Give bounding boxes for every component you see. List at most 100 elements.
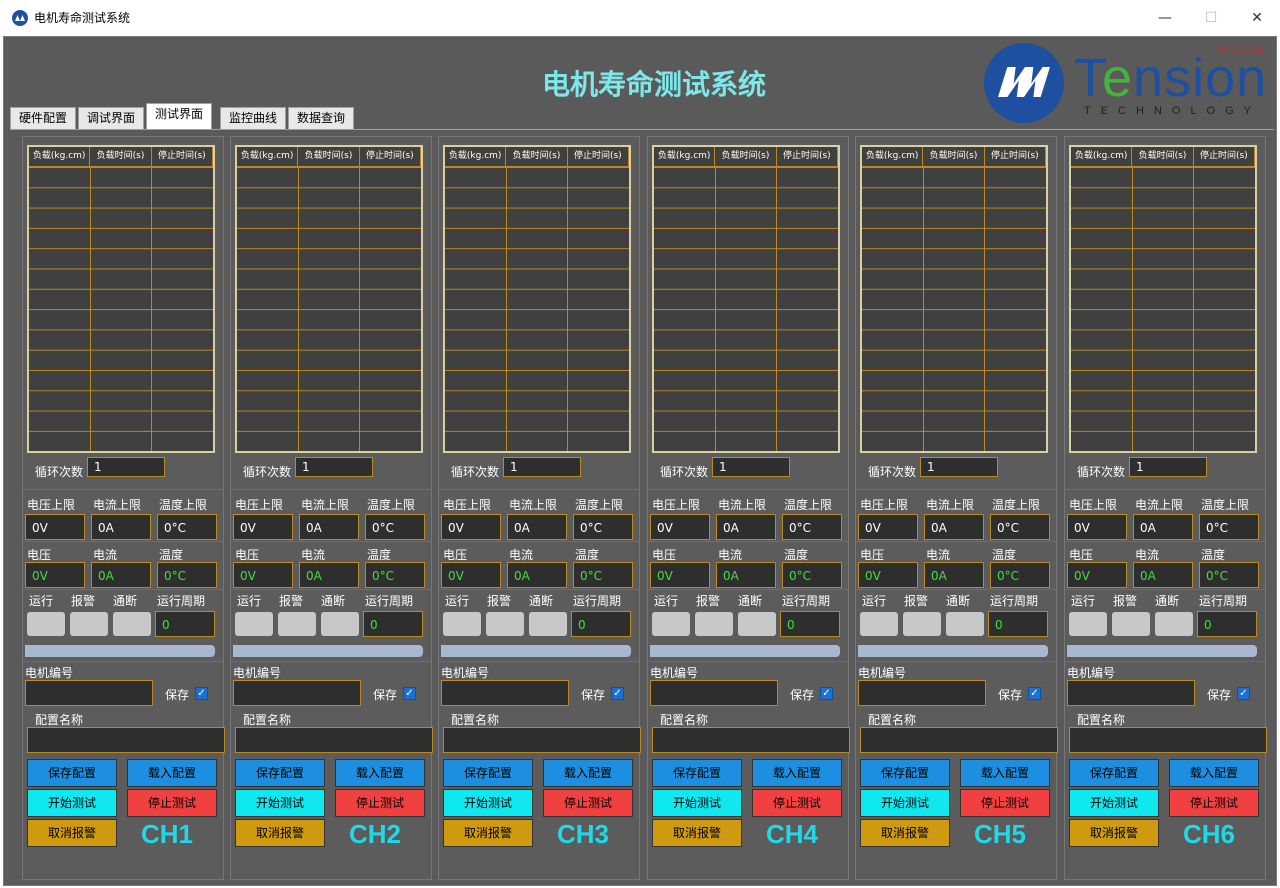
close-icon[interactable]: ✕: [1234, 4, 1280, 32]
save-checkbox[interactable]: ✓: [1028, 687, 1041, 700]
cancel-alarm-button[interactable]: 取消报警: [652, 819, 742, 847]
cycle-input[interactable]: 1: [87, 457, 165, 477]
current-limit-input[interactable]: 0A: [1133, 514, 1193, 540]
temperature-limit-input[interactable]: 0°C: [157, 514, 217, 540]
voltage-limit-input[interactable]: 0V: [1067, 514, 1127, 540]
load-table[interactable]: 负载(kg.cm) 负载时间(s) 停止时间(s): [860, 145, 1048, 453]
start-test-button[interactable]: 开始测试: [27, 789, 117, 817]
cycle-input[interactable]: 1: [503, 457, 581, 477]
save-config-button[interactable]: 保存配置: [860, 759, 950, 787]
cancel-alarm-button[interactable]: 取消报警: [1069, 819, 1159, 847]
motor-id-input[interactable]: [441, 680, 569, 706]
load-table[interactable]: 负载(kg.cm) 负载时间(s) 停止时间(s): [1069, 145, 1257, 453]
config-name-input[interactable]: [860, 727, 1058, 753]
save-config-button[interactable]: 保存配置: [652, 759, 742, 787]
run-label: 运行: [1071, 594, 1096, 608]
stop-test-button[interactable]: 停止测试: [752, 789, 842, 817]
save-checkbox[interactable]: ✓: [195, 687, 208, 700]
voltage-limit-input[interactable]: 0V: [441, 514, 501, 540]
config-name-input[interactable]: [443, 727, 641, 753]
motor-id-input[interactable]: [650, 680, 778, 706]
save-checkbox[interactable]: ✓: [820, 687, 833, 700]
load-config-button[interactable]: 载入配置: [335, 759, 425, 787]
temperature-limit-input[interactable]: 0°C: [365, 514, 425, 540]
config-name-input[interactable]: [235, 727, 433, 753]
temperature-limit-label: 温度上限: [159, 498, 208, 512]
load-table[interactable]: 负载(kg.cm) 负载时间(s) 停止时间(s): [235, 145, 423, 453]
current-readout: 0A: [299, 562, 359, 588]
load-config-button[interactable]: 载入配置: [127, 759, 217, 787]
load-config-button[interactable]: 载入配置: [543, 759, 633, 787]
temperature-limit-input[interactable]: 0°C: [1199, 514, 1259, 540]
alarm-label: 报警: [487, 594, 512, 608]
load-config-button[interactable]: 载入配置: [960, 759, 1050, 787]
cancel-alarm-button[interactable]: 取消报警: [860, 819, 950, 847]
start-test-button[interactable]: 开始测试: [1069, 789, 1159, 817]
table-body[interactable]: [237, 167, 421, 451]
table-body[interactable]: [1071, 167, 1255, 451]
motor-id-input[interactable]: [233, 680, 361, 706]
save-config-button[interactable]: 保存配置: [235, 759, 325, 787]
motor-id-input[interactable]: [858, 680, 986, 706]
current-limit-input[interactable]: 0A: [299, 514, 359, 540]
start-test-button[interactable]: 开始测试: [235, 789, 325, 817]
save-config-button[interactable]: 保存配置: [443, 759, 533, 787]
table-body[interactable]: [862, 167, 1046, 451]
cancel-alarm-button[interactable]: 取消报警: [235, 819, 325, 847]
motor-id-input[interactable]: [25, 680, 153, 706]
cancel-alarm-button[interactable]: 取消报警: [27, 819, 117, 847]
stop-test-button[interactable]: 停止测试: [960, 789, 1050, 817]
comm-indicator: [1155, 612, 1193, 636]
cycle-input[interactable]: 1: [712, 457, 790, 477]
stop-test-button[interactable]: 停止测试: [1169, 789, 1259, 817]
load-config-button[interactable]: 载入配置: [752, 759, 842, 787]
tab-test[interactable]: 测试界面: [146, 103, 212, 130]
load-table[interactable]: 负载(kg.cm) 负载时间(s) 停止时间(s): [652, 145, 840, 453]
voltage-limit-input[interactable]: 0V: [858, 514, 918, 540]
cycle-input[interactable]: 1: [920, 457, 998, 477]
stop-test-button[interactable]: 停止测试: [543, 789, 633, 817]
voltage-label: 电压: [235, 548, 260, 562]
current-limit-input[interactable]: 0A: [507, 514, 567, 540]
current-limit-input[interactable]: 0A: [924, 514, 984, 540]
app-logo-icon: [12, 10, 28, 26]
save-config-button[interactable]: 保存配置: [1069, 759, 1159, 787]
minimize-icon[interactable]: —: [1142, 4, 1188, 32]
tab-data-query[interactable]: 数据查询: [288, 107, 354, 129]
stop-test-button[interactable]: 停止测试: [335, 789, 425, 817]
load-config-button[interactable]: 载入配置: [1169, 759, 1259, 787]
tab-debug[interactable]: 调试界面: [78, 107, 144, 129]
cancel-alarm-button[interactable]: 取消报警: [443, 819, 533, 847]
temperature-limit-input[interactable]: 0°C: [990, 514, 1050, 540]
cycle-input[interactable]: 1: [295, 457, 373, 477]
voltage-limit-input[interactable]: 0V: [650, 514, 710, 540]
tab-monitor-curve[interactable]: 监控曲线: [220, 107, 286, 129]
start-test-button[interactable]: 开始测试: [652, 789, 742, 817]
save-config-button[interactable]: 保存配置: [27, 759, 117, 787]
current-limit-input[interactable]: 0A: [716, 514, 776, 540]
current-limit-label: 电流上限: [1135, 498, 1184, 512]
load-table[interactable]: 负载(kg.cm) 负载时间(s) 停止时间(s): [443, 145, 631, 453]
cycle-input[interactable]: 1: [1129, 457, 1207, 477]
table-body[interactable]: [654, 167, 838, 451]
config-name-input[interactable]: [652, 727, 850, 753]
config-name-input[interactable]: [27, 727, 225, 753]
start-test-button[interactable]: 开始测试: [443, 789, 533, 817]
current-limit-input[interactable]: 0A: [91, 514, 151, 540]
config-name-input[interactable]: [1069, 727, 1267, 753]
stop-test-button[interactable]: 停止测试: [127, 789, 217, 817]
voltage-limit-input[interactable]: 0V: [25, 514, 85, 540]
voltage-limit-input[interactable]: 0V: [233, 514, 293, 540]
save-checkbox[interactable]: ✓: [611, 687, 624, 700]
table-body[interactable]: [445, 167, 629, 451]
load-table[interactable]: 负载(kg.cm) 负载时间(s) 停止时间(s): [27, 145, 215, 453]
save-checkbox[interactable]: ✓: [403, 687, 416, 700]
tab-hardware-config[interactable]: 硬件配置: [10, 107, 76, 129]
temperature-limit-input[interactable]: 0°C: [573, 514, 633, 540]
maximize-icon[interactable]: ☐: [1188, 4, 1234, 32]
temperature-limit-input[interactable]: 0°C: [782, 514, 842, 540]
start-test-button[interactable]: 开始测试: [860, 789, 950, 817]
table-body[interactable]: [29, 167, 213, 451]
motor-id-input[interactable]: [1067, 680, 1195, 706]
save-checkbox[interactable]: ✓: [1237, 687, 1250, 700]
